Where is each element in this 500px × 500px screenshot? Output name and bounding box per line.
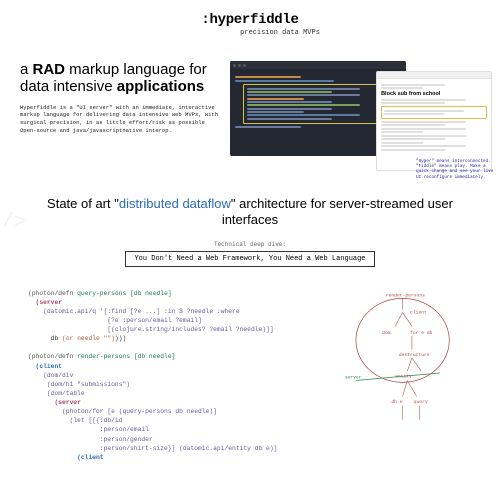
diagram-label-destructure: destructure — [399, 352, 430, 358]
browser-body: Block sub from school — [377, 79, 491, 155]
code-listing: (photon/defn query-persons [db needle] (… — [28, 289, 303, 462]
code-highlight-box — [243, 84, 392, 124]
architecture-headline: State of art "distributed dataflow" arch… — [30, 196, 470, 229]
watermark-icon: /> — [2, 211, 26, 234]
diagram-label-render: render-persons — [386, 292, 425, 298]
hero-text-column: a RAD markup language for data intensive… — [20, 61, 222, 156]
logo: :hyperfiddle — [0, 12, 500, 28]
diagram-label-div: dom — [382, 329, 391, 335]
browser-chrome — [377, 72, 491, 79]
deepdive-label: Technical deep dive: — [30, 241, 470, 248]
diagram-label-q: query — [414, 399, 428, 404]
diagram-label-server: server — [345, 375, 362, 380]
hero-headline: a RAD markup language for data intensive… — [20, 61, 222, 96]
browser-preview-screenshot: Block sub from school — [376, 71, 492, 171]
diagram-label-db: db e — [391, 398, 402, 404]
tagline: precision data MVPs — [0, 29, 500, 37]
page-header: :hyperfiddle precision data MVPs — [0, 0, 500, 41]
code-diagram-section: (photon/defn query-persons [db needle] (… — [0, 275, 500, 462]
hero-visual-column: Block sub from school "Hyper" means inte… — [230, 61, 488, 156]
window-dot — [238, 64, 241, 67]
deepdive-button[interactable]: You Don't Need a Web Framework, You Need… — [125, 251, 374, 267]
window-dot — [233, 64, 236, 67]
diagram-label-for: for e db — [410, 329, 433, 335]
hero-description: Hyperfiddle is a "UI server" with an imm… — [20, 104, 222, 136]
dataflow-diagram: render-persons client dom for e db destr… — [311, 289, 494, 462]
architecture-section: /> State of art "distributed dataflow" a… — [0, 166, 500, 275]
diagram-label-client: client — [410, 309, 427, 315]
form-title: Block sub from school — [381, 91, 487, 97]
window-dot — [243, 64, 246, 67]
form-highlight — [381, 106, 487, 119]
hero-section: a RAD markup language for data intensive… — [0, 41, 500, 166]
editor-titlebar — [230, 61, 405, 69]
